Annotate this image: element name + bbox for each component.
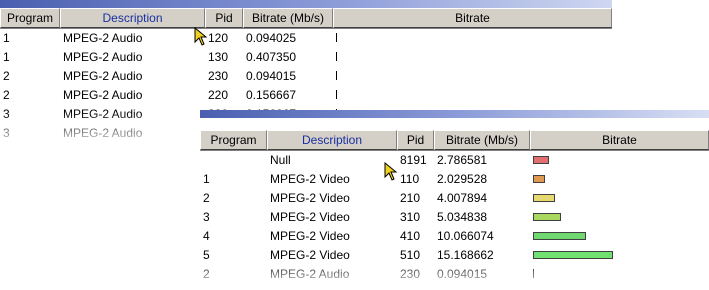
cell-description: MPEG-2 Video xyxy=(270,210,350,224)
back-col-program[interactable]: Program xyxy=(0,8,60,28)
cell-bitrate: 5.034838 xyxy=(437,210,488,224)
cell-bitrate-bar xyxy=(333,48,612,67)
cell-program: 5 xyxy=(203,248,210,262)
cell-pid: 510 xyxy=(400,248,421,262)
table-row[interactable]: 1 MPEG-2 Video 110 2.029528 xyxy=(200,170,709,189)
back-col-pid[interactable]: Pid xyxy=(205,8,243,28)
bitrate-bar xyxy=(336,90,337,99)
cell-description: MPEG-2 Audio xyxy=(63,107,143,121)
bitrate-bar xyxy=(533,269,534,278)
cell-description: MPEG-2 Audio xyxy=(63,126,143,140)
cell-bitrate-bar xyxy=(333,29,612,48)
cell-pid: 120 xyxy=(208,31,229,45)
front-table-header: Program Description Pid Bitrate (Mb/s) B… xyxy=(200,130,709,151)
bitrate-bar xyxy=(533,251,613,259)
table-row[interactable]: 2 MPEG-2 Audio 230 0.094015 xyxy=(200,265,709,284)
cell-description: MPEG-2 Audio xyxy=(63,69,143,83)
cell-bitrate-bar xyxy=(530,170,709,189)
cell-description: MPEG-2 Video xyxy=(270,248,350,262)
front-col-description[interactable]: Description xyxy=(267,130,397,150)
back-col-bitrate-mbs[interactable]: Bitrate (Mb/s) xyxy=(243,8,333,28)
cell-program: 1 xyxy=(203,172,210,186)
bitrate-bar xyxy=(533,175,545,183)
bitrate-bar xyxy=(336,33,337,42)
cell-program: 2 xyxy=(3,69,10,83)
cell-program: 3 xyxy=(3,126,10,140)
bitrate-bar xyxy=(336,71,337,80)
table-row[interactable]: 1 MPEG-2 Audio 120 0.094025 xyxy=(0,29,612,48)
cell-bitrate-bar xyxy=(530,246,709,265)
front-col-bitrate[interactable]: Bitrate xyxy=(530,130,709,150)
cell-program: 2 xyxy=(203,191,210,205)
cell-pid: 220 xyxy=(208,88,229,102)
front-col-pid[interactable]: Pid xyxy=(397,130,434,150)
cell-bitrate-bar xyxy=(530,151,709,170)
arrow-cursor-icon xyxy=(384,162,398,181)
cell-program: 3 xyxy=(203,210,210,224)
cell-pid: 8191 xyxy=(400,153,427,167)
cell-pid: 210 xyxy=(400,191,421,205)
table-row[interactable]: 4 MPEG-2 Video 410 10.066074 xyxy=(200,227,709,246)
front-table-window: Program Description Pid Bitrate (Mb/s) B… xyxy=(200,110,709,290)
cell-description: MPEG-2 Video xyxy=(270,191,350,205)
cell-program: 4 xyxy=(203,229,210,243)
cell-program: 2 xyxy=(203,267,210,281)
table-row[interactable]: 2 MPEG-2 Audio 220 0.156667 xyxy=(0,86,612,105)
cell-bitrate: 2.786581 xyxy=(437,153,488,167)
cell-bitrate: 10.066074 xyxy=(437,229,494,243)
front-title-bar xyxy=(200,110,709,118)
cell-bitrate-bar xyxy=(530,227,709,246)
cell-program: 2 xyxy=(3,88,10,102)
cell-bitrate: 0.094015 xyxy=(246,69,297,83)
cell-bitrate-bar xyxy=(333,67,612,86)
bitrate-bar xyxy=(533,232,586,240)
cell-program: 1 xyxy=(3,50,10,64)
cell-bitrate: 4.007894 xyxy=(437,191,488,205)
cell-pid: 410 xyxy=(400,229,421,243)
back-title-bar xyxy=(0,0,612,8)
table-row[interactable]: 2 MPEG-2 Audio 230 0.094015 xyxy=(0,67,612,86)
table-row[interactable]: 1 MPEG-2 Audio 130 0.407350 xyxy=(0,48,612,67)
table-row[interactable]: Null 8191 2.786581 xyxy=(200,151,709,170)
cell-bitrate-bar xyxy=(530,265,709,284)
back-col-bitrate[interactable]: Bitrate xyxy=(333,8,612,28)
cell-description: MPEG-2 Audio xyxy=(270,267,350,281)
table-row[interactable]: 2 MPEG-2 Video 210 4.007894 xyxy=(200,189,709,208)
cell-bitrate: 0.156667 xyxy=(246,88,297,102)
cell-pid: 110 xyxy=(400,172,420,186)
table-row[interactable]: 3 MPEG-2 Video 310 5.034838 xyxy=(200,208,709,227)
cell-bitrate: 0.407350 xyxy=(246,50,297,64)
back-col-description[interactable]: Description xyxy=(60,8,205,28)
arrow-cursor-icon xyxy=(194,27,208,46)
cell-bitrate: 0.094015 xyxy=(437,267,488,281)
cell-bitrate: 0.094025 xyxy=(246,31,297,45)
cell-description: MPEG-2 Video xyxy=(270,229,350,243)
cell-bitrate: 15.168662 xyxy=(437,248,494,262)
cell-pid: 310 xyxy=(400,210,421,224)
front-col-program[interactable]: Program xyxy=(200,130,267,150)
cell-bitrate-bar xyxy=(530,208,709,227)
cell-pid: 230 xyxy=(400,267,421,281)
cell-program xyxy=(200,151,267,170)
cell-program: 3 xyxy=(3,107,10,121)
cell-description: Null xyxy=(270,153,291,167)
bitrate-bar xyxy=(533,156,549,164)
cell-pid: 230 xyxy=(208,69,229,83)
back-table-header: Program Description Pid Bitrate (Mb/s) B… xyxy=(0,8,612,29)
cell-description: MPEG-2 Video xyxy=(270,172,350,186)
table-row[interactable]: 5 MPEG-2 Video 510 15.168662 xyxy=(200,246,709,265)
bitrate-bar xyxy=(533,213,561,221)
cell-description: MPEG-2 Audio xyxy=(63,31,143,45)
bitrate-bar xyxy=(533,194,555,202)
front-col-bitrate-mbs[interactable]: Bitrate (Mb/s) xyxy=(434,130,530,150)
cell-program: 1 xyxy=(3,31,10,45)
cell-pid: 130 xyxy=(208,50,229,64)
bitrate-bar xyxy=(336,52,337,61)
cell-description: MPEG-2 Audio xyxy=(63,50,143,64)
cell-bitrate-bar xyxy=(333,86,612,105)
cell-bitrate-bar xyxy=(530,189,709,208)
front-table-body: Null 8191 2.786581 1 MPEG-2 Video 110 2.029528… xyxy=(200,151,709,284)
cell-description: MPEG-2 Audio xyxy=(63,88,143,102)
cell-bitrate: 2.029528 xyxy=(437,172,488,186)
